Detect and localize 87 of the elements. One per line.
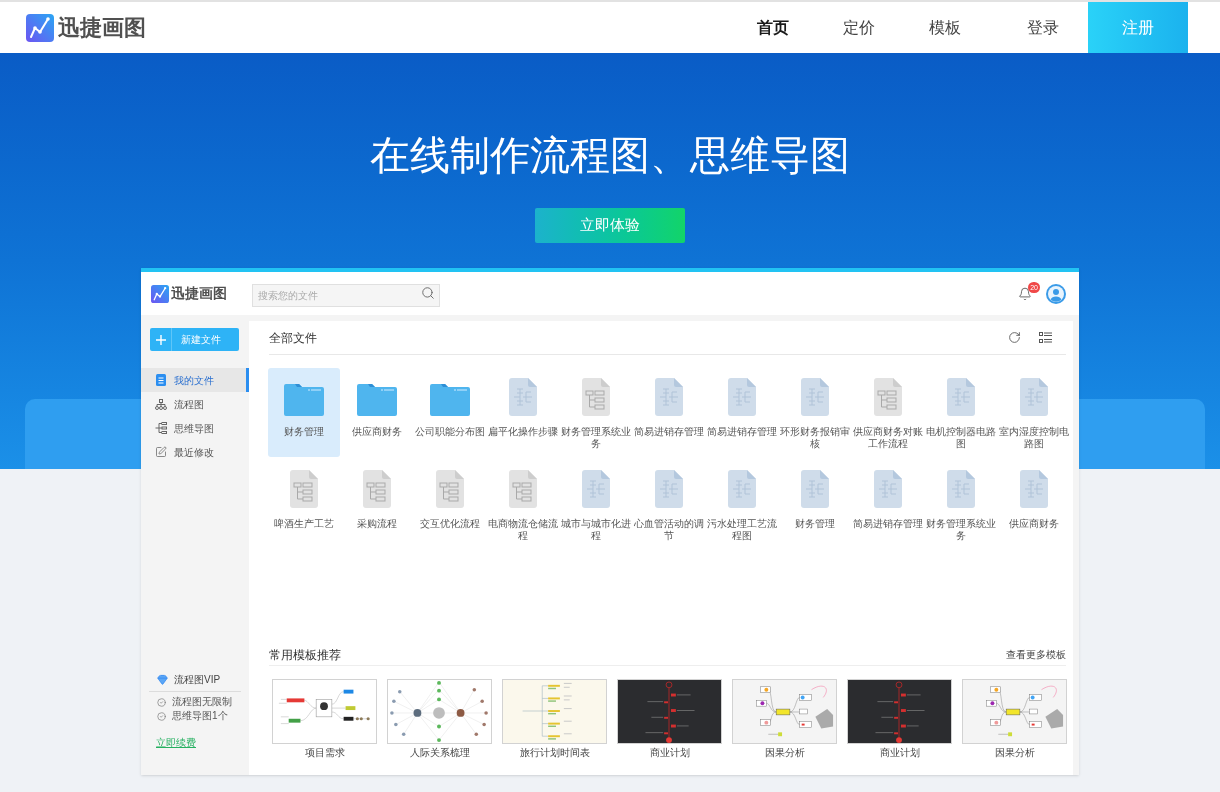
file-item[interactable]: 简易进销存管理: [706, 368, 778, 457]
nav-link[interactable]: 定价: [816, 2, 902, 53]
check-icon: [157, 711, 166, 721]
mind-map-document-icon: [655, 470, 683, 508]
template-card[interactable]: 因果分析: [962, 679, 1067, 759]
file-item[interactable]: 供应商财务对账工作流程: [852, 368, 924, 457]
file-item[interactable]: 财务管理系统业务: [925, 460, 997, 549]
logo-icon: [26, 13, 54, 42]
file-item[interactable]: 城市与城市化进程: [560, 460, 632, 549]
cause-effect-map-drawing[interactable]: [962, 679, 1067, 744]
sidebar-item[interactable]: 我的文件: [141, 368, 249, 392]
sidebar-item[interactable]: 流程图: [141, 392, 249, 416]
dark-timeline-drawing[interactable]: [617, 679, 722, 744]
file-item[interactable]: 财务管理: [779, 460, 851, 549]
file-item[interactable]: 污水处理工艺流程图: [706, 460, 778, 549]
logo-text: 迅捷画图: [58, 16, 146, 39]
plan-feature: 思维导图1个: [172, 711, 228, 721]
file-item[interactable]: 公司职能分布图: [414, 368, 486, 457]
flowchart-document-icon: [363, 470, 391, 508]
mind-map-document-icon: [801, 470, 829, 508]
refresh-icon[interactable]: [1008, 331, 1021, 344]
plus-icon: [155, 334, 166, 345]
section-title: 全部文件: [269, 329, 317, 347]
nav-link[interactable]: 首页: [730, 2, 816, 53]
mind-map-document-icon: [509, 378, 537, 416]
file-item[interactable]: 采购流程: [341, 460, 413, 549]
template-card[interactable]: 商业计划: [617, 679, 722, 759]
file-item[interactable]: 财务管理系统业务: [560, 368, 632, 457]
template-card[interactable]: 旅行计划时间表: [502, 679, 607, 759]
notification-bell-icon[interactable]: [1018, 286, 1032, 301]
file-item[interactable]: 扁平化操作步骤: [487, 368, 559, 457]
file-item[interactable]: 交互优化流程: [414, 460, 486, 549]
file-item[interactable]: 啤酒生产工艺: [268, 460, 340, 549]
template-card[interactable]: 人际关系梳理: [387, 679, 492, 759]
file-item[interactable]: 环形财务报销审核: [779, 368, 851, 457]
hero-title: 在线制作流程图、思维导图: [370, 132, 850, 179]
cause-effect-map-drawing[interactable]: [732, 679, 837, 744]
file-item[interactable]: 供应商财务: [341, 368, 413, 457]
mind-map-document-icon: [1020, 470, 1048, 508]
template-card[interactable]: 因果分析: [732, 679, 837, 759]
sidebar-item[interactable]: 最近修改: [141, 440, 249, 464]
flowchart-document-icon: [509, 470, 537, 508]
mind-map-document-icon: [947, 470, 975, 508]
flowchart-document-icon: [436, 470, 464, 508]
mind-map-document-icon: [728, 378, 756, 416]
file-item[interactable]: 电商物流仓储流程: [487, 460, 559, 549]
section-title: 常用模板推荐: [269, 646, 341, 664]
login-link[interactable]: 登录: [998, 2, 1088, 53]
edit-icon: [155, 446, 167, 458]
file-item[interactable]: 室内湿度控制电路图: [998, 368, 1070, 457]
more-templates-link[interactable]: 查看更多模板: [1006, 647, 1066, 662]
file-item[interactable]: 财务管理: [268, 368, 340, 457]
mind-map-document-icon: [728, 470, 756, 508]
mind-map-document-icon: [655, 378, 683, 416]
mind-map-document-icon: [1020, 378, 1048, 416]
file-item[interactable]: 心血管活动的调节: [633, 460, 705, 549]
list-view-icon[interactable]: [1039, 332, 1052, 343]
mind-map-document-icon: [947, 378, 975, 416]
flowchart-document-icon: [290, 470, 318, 508]
mind-map-document-icon: [874, 470, 902, 508]
document-icon: [156, 374, 166, 386]
file-item[interactable]: 简易进销存管理: [633, 368, 705, 457]
flowchart-document-icon: [582, 378, 610, 416]
mind-map-document-icon: [801, 378, 829, 416]
network-diagram-drawing[interactable]: [387, 679, 492, 744]
search-icon[interactable]: [421, 286, 435, 300]
file-item[interactable]: 电机控制器电路图: [925, 368, 997, 457]
app-logo-text: 迅捷画图: [171, 284, 227, 303]
dark-timeline-drawing[interactable]: [847, 679, 952, 744]
org-chart-icon: [155, 398, 167, 410]
template-card[interactable]: 商业计划: [847, 679, 952, 759]
diamond-icon: [157, 673, 168, 685]
nav-link[interactable]: 模板: [902, 2, 988, 53]
file-item[interactable]: 供应商财务: [998, 460, 1070, 549]
file-item[interactable]: 简易进销存管理: [852, 460, 924, 549]
mind-map-document-icon: [582, 470, 610, 508]
logo-icon: [151, 284, 169, 303]
mind-map-drawing[interactable]: [272, 679, 377, 744]
plan-title: 流程图VIP: [174, 672, 221, 687]
flowchart-document-icon: [874, 378, 902, 416]
search-field[interactable]: 搜索您的文件: [252, 284, 440, 307]
plan-feature: 流程图无限制: [172, 697, 232, 707]
sidebar-item[interactable]: 思维导图: [141, 416, 249, 440]
template-card[interactable]: 项目需求: [272, 679, 377, 759]
avatar-icon[interactable]: [1046, 283, 1066, 304]
check-icon: [157, 697, 166, 707]
tree-branch-icon: [155, 422, 167, 434]
